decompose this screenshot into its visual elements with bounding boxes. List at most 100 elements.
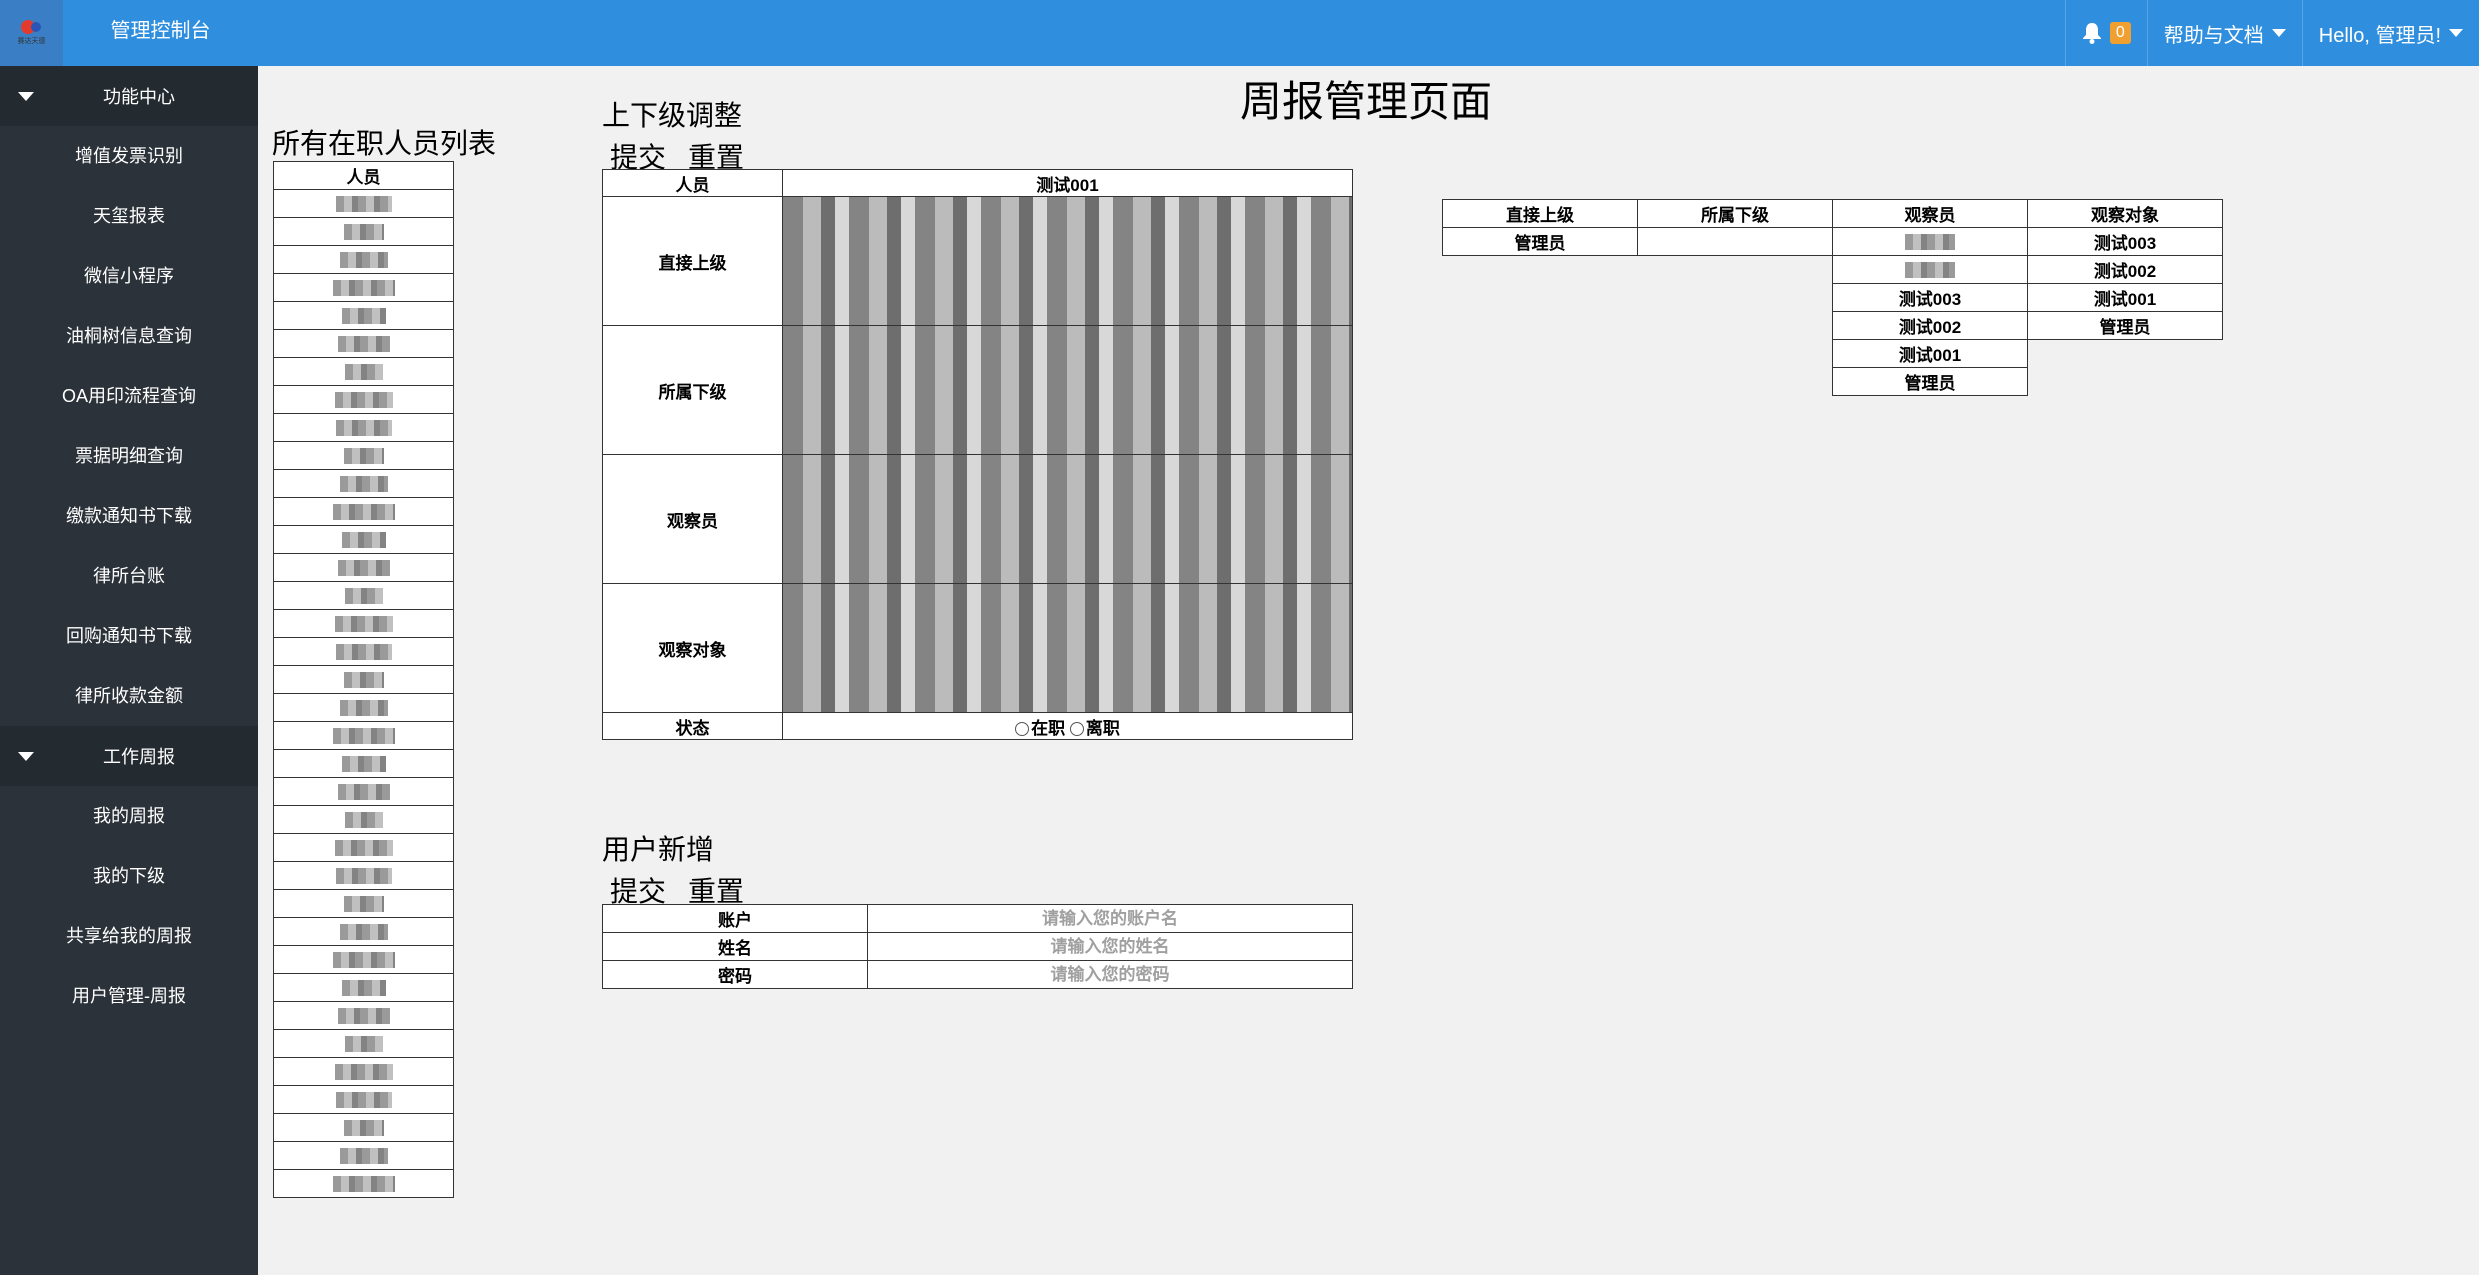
people-row[interactable] — [273, 889, 454, 918]
people-row[interactable] — [273, 245, 454, 274]
people-row[interactable] — [273, 385, 454, 414]
people-cell[interactable] — [273, 749, 454, 778]
people-row[interactable] — [273, 1113, 454, 1142]
sidebar-group-function-center[interactable]: 功能中心 — [0, 66, 258, 126]
sidebar-item-law-firm-ledger[interactable]: 律所台账 — [0, 546, 258, 606]
people-cell[interactable] — [273, 301, 454, 330]
people-cell[interactable] — [273, 889, 454, 918]
people-cell[interactable] — [273, 945, 454, 974]
people-cell[interactable] — [273, 917, 454, 946]
sidebar-item-my-subordinates[interactable]: 我的下级 — [0, 846, 258, 906]
people-cell[interactable] — [273, 413, 454, 442]
people-cell[interactable] — [273, 525, 454, 554]
people-row[interactable] — [273, 497, 454, 526]
people-row[interactable] — [273, 833, 454, 862]
people-cell[interactable] — [273, 1001, 454, 1030]
people-cell[interactable] — [273, 1113, 454, 1142]
people-cell[interactable] — [273, 1141, 454, 1170]
people-cell[interactable] — [273, 637, 454, 666]
people-row[interactable] — [273, 721, 454, 750]
people-cell[interactable] — [273, 189, 454, 218]
people-cell[interactable] — [273, 245, 454, 274]
help-docs-menu[interactable]: 帮助与文档 — [2146, 0, 2302, 66]
people-cell[interactable] — [273, 861, 454, 890]
people-cell[interactable] — [273, 693, 454, 722]
people-cell[interactable] — [273, 833, 454, 862]
people-row[interactable] — [273, 665, 454, 694]
people-cell[interactable] — [273, 1169, 454, 1198]
people-cell[interactable] — [273, 217, 454, 246]
status-resigned-radio[interactable] — [1069, 722, 1084, 737]
sidebar-item-repurchase-notice-download[interactable]: 回购通知书下载 — [0, 606, 258, 666]
people-cell[interactable] — [273, 609, 454, 638]
subordinates-options[interactable] — [782, 325, 1353, 455]
app-title[interactable]: 管理控制台 — [63, 0, 258, 66]
people-row[interactable] — [273, 1141, 454, 1170]
people-row[interactable] — [273, 1001, 454, 1030]
people-cell[interactable] — [273, 385, 454, 414]
people-cell[interactable] — [273, 357, 454, 386]
people-cell[interactable] — [273, 1085, 454, 1114]
people-cell[interactable] — [273, 469, 454, 498]
people-row[interactable] — [273, 1057, 454, 1086]
people-row[interactable] — [273, 357, 454, 386]
people-row[interactable] — [273, 637, 454, 666]
account-input[interactable] — [930, 906, 1290, 931]
people-cell[interactable] — [273, 1057, 454, 1086]
people-row[interactable] — [273, 973, 454, 1002]
people-row[interactable] — [273, 273, 454, 302]
people-row[interactable] — [273, 1085, 454, 1114]
people-row[interactable] — [273, 917, 454, 946]
people-cell[interactable] — [273, 553, 454, 582]
people-cell[interactable] — [273, 973, 454, 1002]
people-row[interactable] — [273, 1169, 454, 1198]
people-row[interactable] — [273, 301, 454, 330]
people-row[interactable] — [273, 217, 454, 246]
sidebar-item-payment-notice-download[interactable]: 缴款通知书下载 — [0, 486, 258, 546]
sidebar-item-oa-seal-query[interactable]: OA用印流程查询 — [0, 366, 258, 426]
people-cell[interactable] — [273, 805, 454, 834]
people-cell[interactable] — [273, 497, 454, 526]
people-cell[interactable] — [273, 721, 454, 750]
sidebar-item-tung-tree-query[interactable]: 油桐树信息查询 — [0, 306, 258, 366]
people-row[interactable] — [273, 861, 454, 890]
direct-superior-options[interactable] — [782, 196, 1353, 326]
people-cell[interactable] — [273, 665, 454, 694]
people-row[interactable] — [273, 749, 454, 778]
sidebar-item-user-management[interactable]: 用户管理-周报 — [0, 966, 258, 1026]
people-cell[interactable] — [273, 1029, 454, 1058]
people-row[interactable] — [273, 413, 454, 442]
sidebar-item-shared-reports[interactable]: 共享给我的周报 — [0, 906, 258, 966]
people-row[interactable] — [273, 945, 454, 974]
people-cell[interactable] — [273, 441, 454, 470]
people-row[interactable] — [273, 441, 454, 470]
sidebar-item-bill-detail-query[interactable]: 票据明细查询 — [0, 426, 258, 486]
sidebar-item-wechat-miniprogram[interactable]: 微信小程序 — [0, 246, 258, 306]
people-row[interactable] — [273, 1029, 454, 1058]
sidebar-item-law-firm-receipts[interactable]: 律所收款金额 — [0, 666, 258, 726]
people-cell[interactable] — [273, 329, 454, 358]
password-input[interactable] — [930, 962, 1290, 987]
people-cell[interactable] — [273, 581, 454, 610]
sidebar-item-tianxi-report[interactable]: 天玺报表 — [0, 186, 258, 246]
notification-button[interactable]: 0 — [2064, 0, 2147, 66]
people-row[interactable] — [273, 609, 454, 638]
observer-options[interactable] — [782, 454, 1353, 584]
people-row[interactable] — [273, 189, 454, 218]
people-row[interactable] — [273, 805, 454, 834]
people-row[interactable] — [273, 581, 454, 610]
people-row[interactable] — [273, 777, 454, 806]
people-row[interactable] — [273, 469, 454, 498]
logo[interactable]: 赛达天德 — [0, 0, 63, 66]
sidebar-item-invoice-recognition[interactable]: 增值发票识别 — [0, 126, 258, 186]
sidebar-group-weekly-report[interactable]: 工作周报 — [0, 726, 258, 786]
people-row[interactable] — [273, 553, 454, 582]
people-row[interactable] — [273, 525, 454, 554]
people-row[interactable] — [273, 693, 454, 722]
people-cell[interactable] — [273, 273, 454, 302]
name-input[interactable] — [930, 934, 1290, 959]
sidebar-item-my-weekly-report[interactable]: 我的周报 — [0, 786, 258, 846]
people-row[interactable] — [273, 329, 454, 358]
user-menu[interactable]: Hello, 管理员! — [2301, 0, 2479, 66]
status-active-radio[interactable] — [1015, 722, 1030, 737]
